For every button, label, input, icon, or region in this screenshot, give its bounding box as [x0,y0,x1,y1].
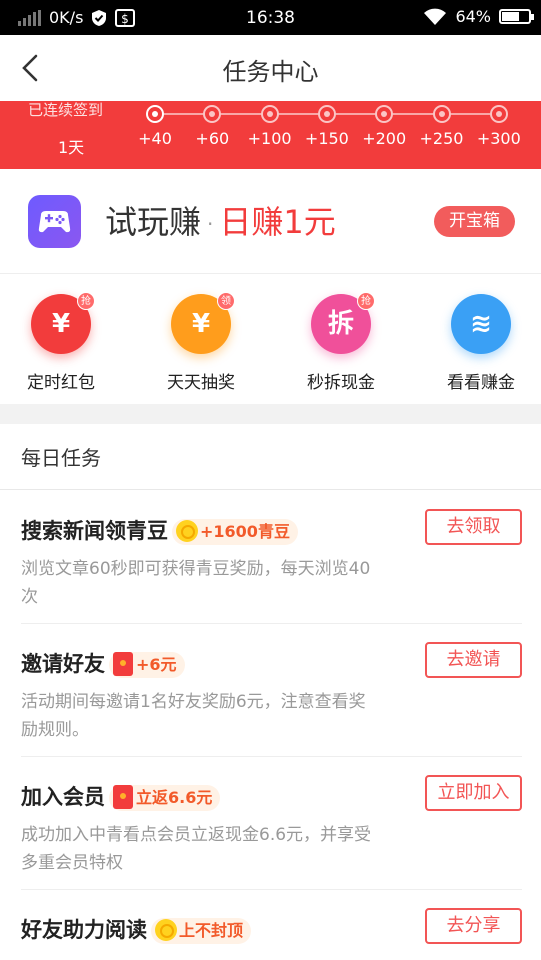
quick-badge: 领 [217,292,235,310]
task-reward-text: +1600青豆 [200,522,290,541]
task-item: 搜索新闻领青豆 +1600青豆 浏览文章60秒即可获得青豆奖励，每天浏览40次 去… [0,509,541,623]
checkin-reward: +60 [195,129,230,148]
task-name: 加入会员 立返6.6元 [21,781,221,811]
task-action-button[interactable]: 去邀请 [425,642,522,678]
tryplay-title: 试玩赚 · 日赚1元 [105,197,336,243]
red-envelope-icon: ¥ 抢 [31,292,95,354]
quick-entry-label: 天天抽奖 [167,373,235,393]
task-reward-text: 上不封顶 [179,921,244,940]
checkin-strip: 已连续签到 1天 +40 +60 +100 +150 +200 +250 +300 [0,101,541,169]
quick-badge: 抢 [357,292,375,310]
task-item: 加入会员 立返6.6元 成功加入中青看点会员立返现金6.6元，并享受多重会员特权 … [0,775,541,889]
checkin-label: 已连续签到 [28,101,104,119]
coin-icon [155,919,177,941]
checkin-dot [146,105,164,123]
page-title: 任务中心 [222,58,319,86]
divider [21,623,522,624]
red-envelope-glyph: ¥ [51,309,71,339]
task-name: 邀请好友 +6元 [21,648,185,678]
task-action-button[interactable]: 去领取 [425,509,522,545]
coins-icon: ≋ [451,294,511,354]
checkin-reward: +100 [247,129,292,148]
quick-entry-daily-lottery[interactable]: ¥ 领 天天抽奖 [146,292,256,393]
lottery-glyph: ¥ [191,309,211,339]
tryplay-highlight: 日赚1元 [219,203,336,241]
red-envelope-icon [113,785,133,809]
quick-entry-timed-red-envelope[interactable]: ¥ 抢 定时红包 [6,292,116,393]
task-reward: +6元 [109,652,185,678]
quick-entry-label: 秒拆现金 [307,373,375,393]
task-name: 搜索新闻领青豆 +1600青豆 [21,515,298,545]
quick-entries: ¥ 抢 定时红包 ¥ 领 天天抽奖 拆抢 秒拆现金 ≋ 看看赚金 [0,274,541,404]
task-title: 好友助力阅读 [21,918,147,942]
task-title: 邀请好友 [21,652,105,676]
quick-entry-instant-cash[interactable]: 拆抢 秒拆现金 [286,292,396,393]
status-right: 64% [423,7,534,26]
wifi-icon [424,8,447,25]
checkin-dot [260,105,279,123]
checkin-dot [317,105,336,123]
task-item: 好友助力阅读 上不封顶 去分享 [0,908,541,960]
checkin-dot [375,105,394,123]
quick-entry-watch-earn[interactable]: ≋ 看看赚金 [426,294,536,393]
task-action-button[interactable]: 立即加入 [425,775,522,811]
checkin-reward: +200 [362,129,407,148]
cash-icon: 拆抢 [311,292,375,354]
red-envelope-icon [113,652,133,676]
quick-entry-label: 看看赚金 [447,373,515,393]
checkin-reward: +40 [138,129,172,148]
checkin-reward: +150 [304,129,349,148]
coin-icon [176,520,198,542]
coins-glyph: ≋ [470,309,492,339]
app-header: 任务中心 [0,35,541,101]
battery-icon [499,9,534,24]
status-bar: 0K/s $ 16:38 64% [0,0,541,35]
task-reward-text: +6元 [136,655,177,674]
cash-glyph: 拆 [327,309,354,339]
tryplay-label: 试玩赚 [105,203,202,241]
checkin-dot [203,105,222,123]
quick-badge: 抢 [77,292,95,310]
quick-entry-label: 定时红包 [27,373,95,393]
task-reward: 上不封顶 [151,918,252,944]
lottery-icon: ¥ 领 [171,292,235,354]
task-reward-text: 立返6.6元 [136,788,213,807]
checkin-days: 1天 [58,138,85,157]
section-gap [0,404,541,424]
checkin-dot [432,105,451,123]
battery-percent: 64% [455,7,491,26]
checkin-reward: +300 [476,129,521,148]
daily-tasks-title: 每日任务 [21,446,101,470]
task-name: 好友助力阅读 上不封顶 [21,914,252,944]
divider [21,889,522,890]
task-description: 活动期间每邀请1名好友奖励6元，注意查看奖励规则。 [21,692,366,740]
checkin-reward: +250 [419,129,464,148]
task-item: 邀请好友 +6元 活动期间每邀请1名好友奖励6元，注意查看奖励规则。 去邀请 [0,642,541,756]
tryplay-separator: · [207,212,214,236]
daily-tasks-header: 每日任务 [0,424,541,490]
task-reward: +1600青豆 [172,519,298,545]
task-reward: 立返6.6元 [109,785,221,811]
gamepad-icon [28,195,81,248]
checkin-dot [489,105,508,123]
task-title: 加入会员 [21,785,105,809]
open-treasure-box-button[interactable]: 开宝箱 [434,206,515,237]
task-action-button[interactable]: 去分享 [425,908,522,944]
task-title: 搜索新闻领青豆 [21,519,168,543]
task-description: 成功加入中青看点会员立返现金6.6元，并享受多重会员特权 [21,825,372,873]
divider [21,756,522,757]
task-description: 浏览文章60秒即可获得青豆奖励，每天浏览40次 [21,559,371,607]
